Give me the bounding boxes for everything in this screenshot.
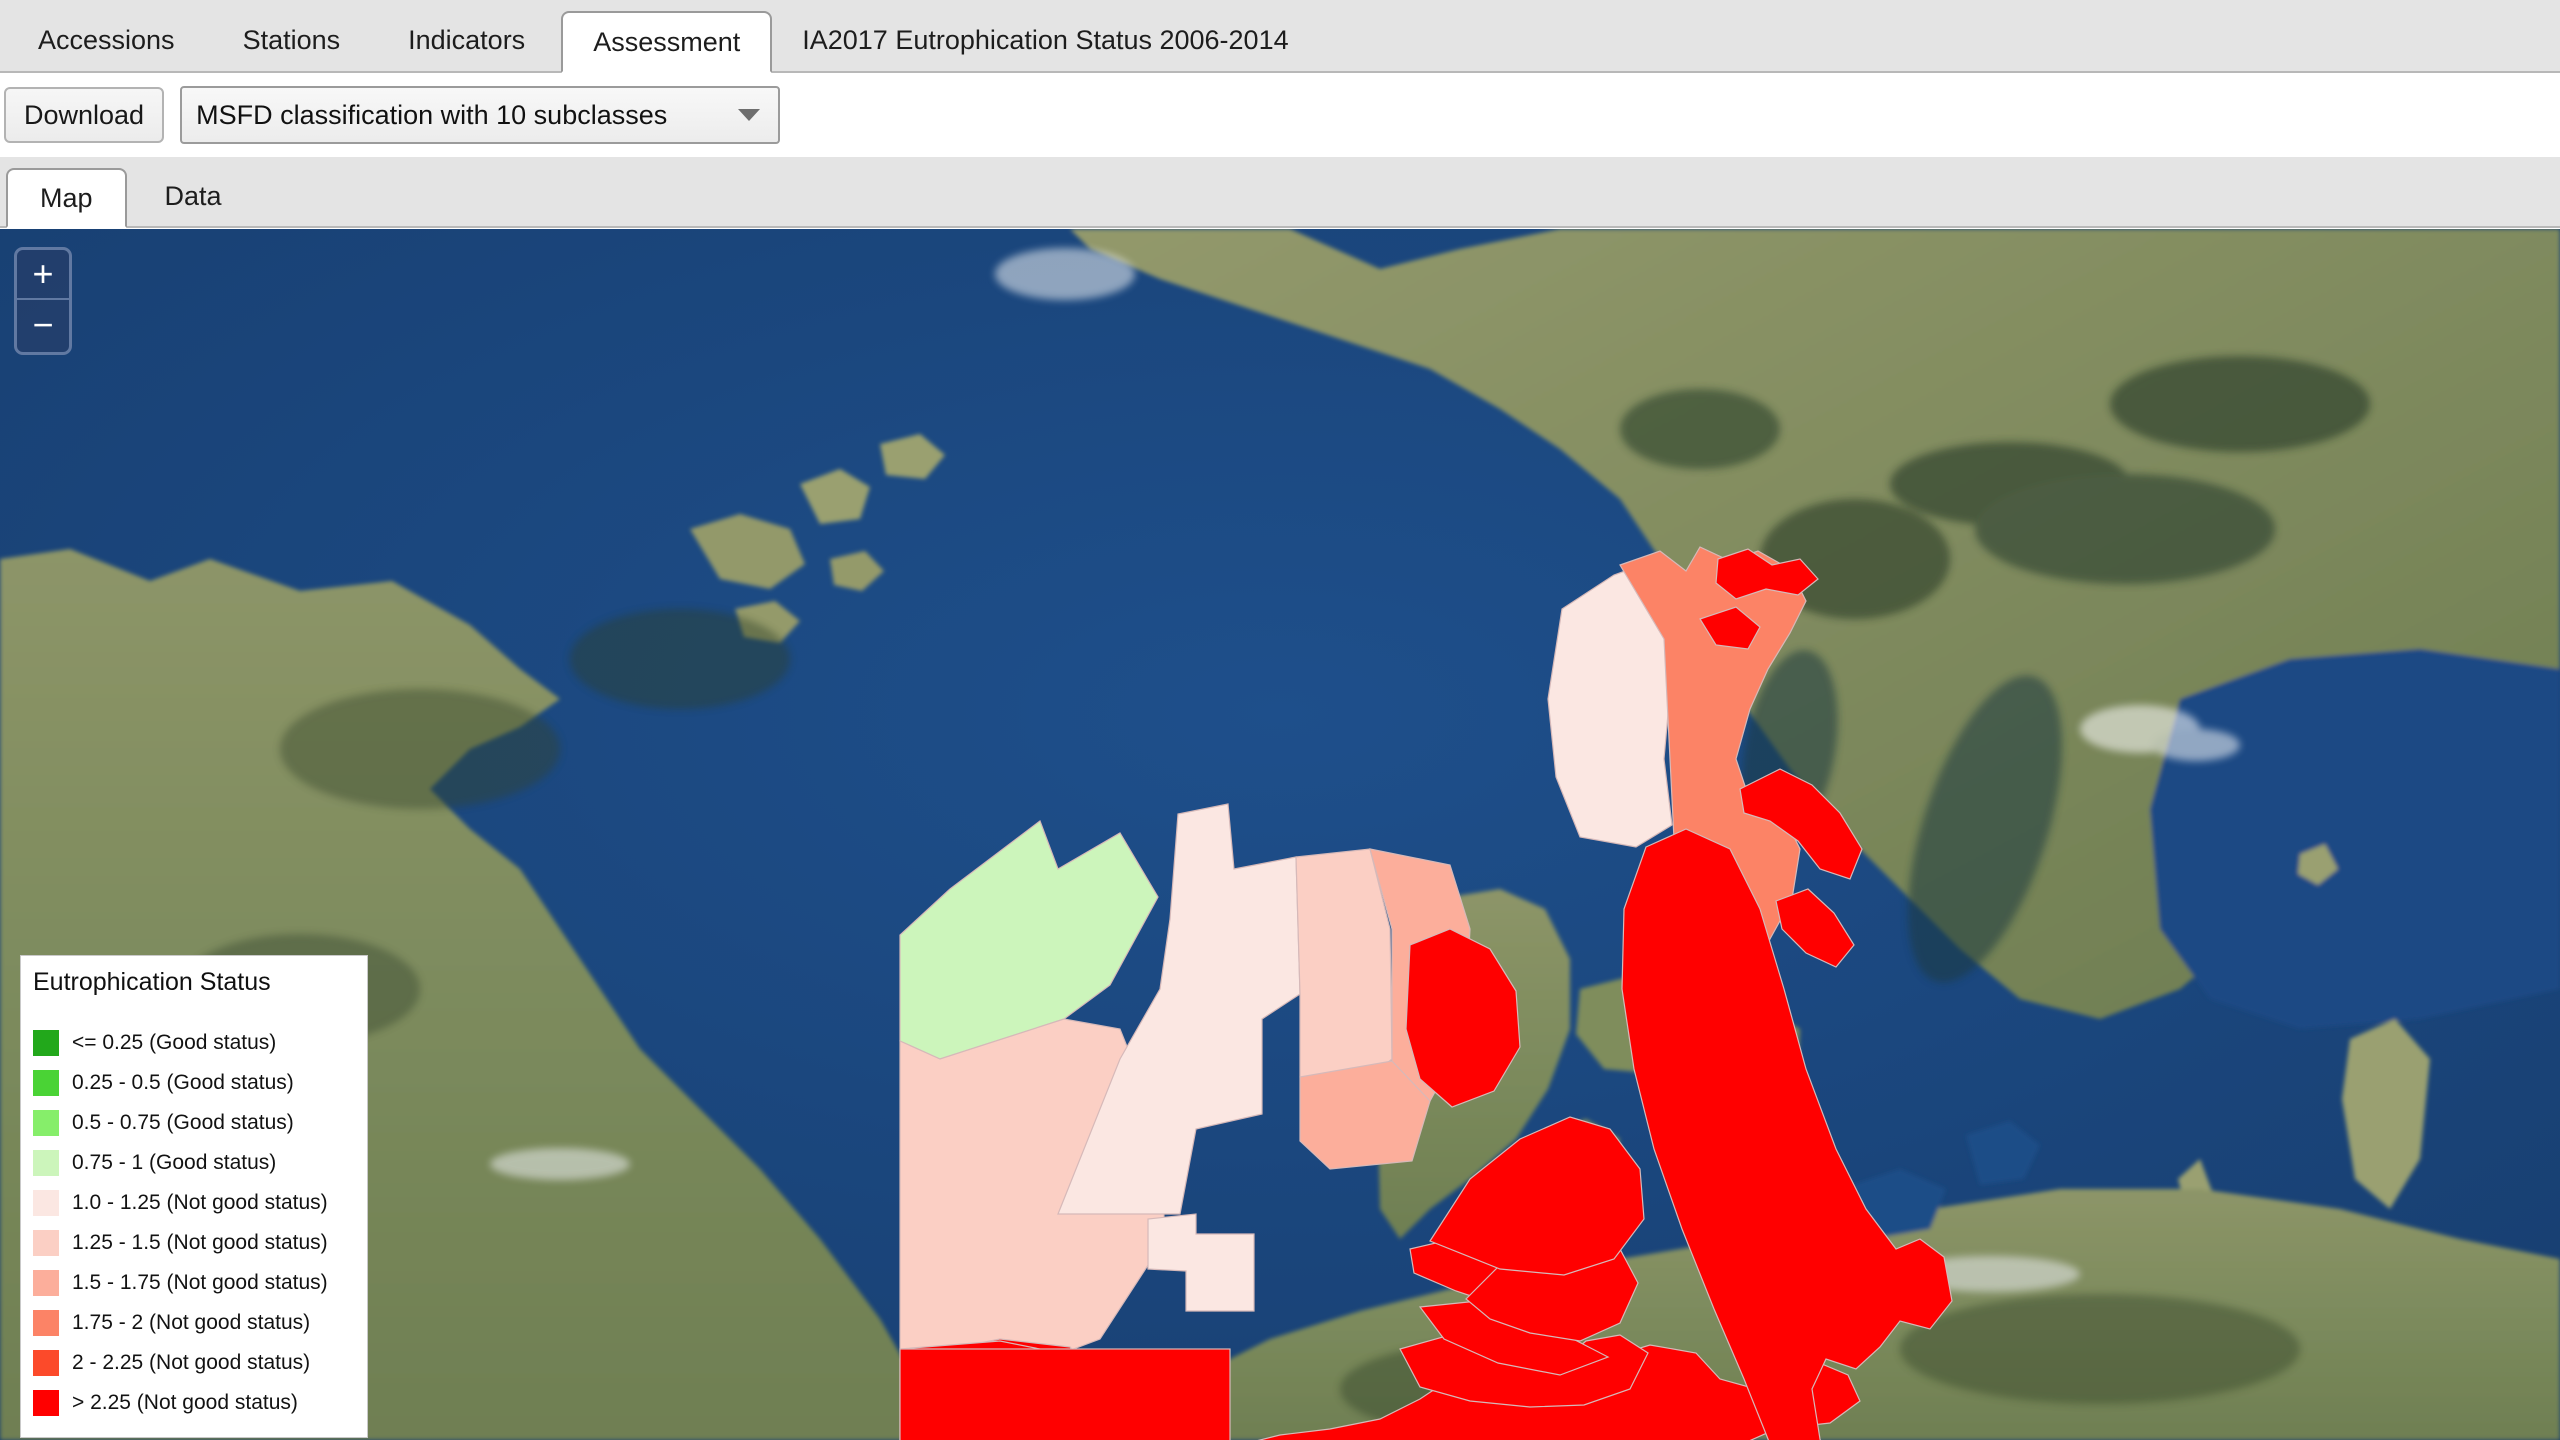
classification-select-value: MSFD classification with 10 subclasses: [196, 99, 668, 130]
map-canvas[interactable]: + − Eutrophication Status <= 0.25 (Good …: [0, 229, 2560, 1440]
tab-data-label: Data: [164, 180, 222, 211]
legend-color-swatch: [33, 1030, 59, 1056]
legend-row: 0.25 - 0.5 (Good status): [33, 1063, 353, 1103]
tab-stations-label: Stations: [242, 24, 341, 55]
legend-color-swatch: [33, 1230, 59, 1256]
legend-label: <= 0.25 (Good status): [72, 1031, 277, 1054]
map-legend: Eutrophication Status <= 0.25 (Good stat…: [20, 955, 368, 1438]
legend-label: 1.25 - 1.5 (Not good status): [72, 1231, 328, 1254]
tab-data[interactable]: Data: [130, 166, 256, 226]
legend-row: 2 - 2.25 (Not good status): [33, 1343, 353, 1383]
legend-label: 0.25 - 0.5 (Good status): [72, 1071, 294, 1094]
tab-map[interactable]: Map: [6, 168, 127, 228]
legend-color-swatch: [33, 1270, 59, 1296]
zoom-out-button[interactable]: −: [17, 300, 69, 350]
legend-title: Eutrophication Status: [33, 968, 271, 996]
classification-select[interactable]: MSFD classification with 10 subclasses: [180, 86, 781, 144]
tab-stations[interactable]: Stations: [210, 9, 373, 71]
legend-color-swatch: [33, 1350, 59, 1376]
legend-label: > 2.25 (Not good status): [72, 1391, 298, 1414]
tab-accessions[interactable]: Accessions: [6, 9, 207, 71]
chevron-down-icon: [738, 109, 761, 121]
assessment-title: IA2017 Eutrophication Status 2006-2014: [802, 24, 1289, 55]
legend-label: 1.5 - 1.75 (Not good status): [72, 1271, 328, 1294]
tab-map-label: Map: [40, 182, 93, 213]
legend-label: 0.75 - 1 (Good status): [72, 1151, 277, 1174]
main-tabbar: Accessions Stations Indicators Assessmen…: [0, 0, 2560, 73]
legend-row: <= 0.25 (Good status): [33, 1023, 353, 1063]
legend-items: <= 0.25 (Good status) 0.25 - 0.5 (Good st…: [33, 1023, 353, 1423]
tab-assessment[interactable]: Assessment: [561, 11, 773, 73]
polygon-notgood-gt225-bottom-fill: [899, 1348, 1231, 1440]
tab-indicators[interactable]: Indicators: [376, 9, 558, 71]
legend-row: 1.0 - 1.25 (Not good status): [33, 1183, 353, 1223]
legend-row: > 2.25 (Not good status): [33, 1383, 353, 1423]
toolbar: Download MSFD classification with 10 sub…: [0, 73, 2560, 157]
legend-color-swatch: [33, 1070, 59, 1096]
satellite-basemap: [0, 229, 2560, 1440]
legend-row: 0.75 - 1 (Good status): [33, 1143, 353, 1183]
legend-row: 1.5 - 1.75 (Not good status): [33, 1263, 353, 1303]
view-tabbar: Map Data: [0, 157, 2560, 228]
zoom-in-button[interactable]: +: [17, 250, 69, 300]
tab-assessment-label: Assessment: [593, 26, 741, 57]
legend-color-swatch: [33, 1390, 59, 1416]
download-button[interactable]: Download: [4, 87, 165, 143]
tab-accessions-label: Accessions: [38, 24, 175, 55]
legend-row: 1.25 - 1.5 (Not good status): [33, 1223, 353, 1263]
legend-color-swatch: [33, 1150, 59, 1176]
legend-label: 1.0 - 1.25 (Not good status): [72, 1191, 328, 1214]
legend-label: 0.5 - 0.75 (Good status): [72, 1111, 294, 1134]
legend-color-swatch: [33, 1190, 59, 1216]
legend-label: 2 - 2.25 (Not good status): [72, 1351, 311, 1374]
legend-row: 0.5 - 0.75 (Good status): [33, 1103, 353, 1143]
zoom-control[interactable]: + −: [14, 247, 72, 355]
legend-color-swatch: [33, 1310, 59, 1336]
legend-color-swatch: [33, 1110, 59, 1136]
tab-indicators-label: Indicators: [408, 24, 526, 55]
legend-row: 1.75 - 2 (Not good status): [33, 1303, 353, 1343]
legend-label: 1.75 - 2 (Not good status): [72, 1311, 311, 1334]
